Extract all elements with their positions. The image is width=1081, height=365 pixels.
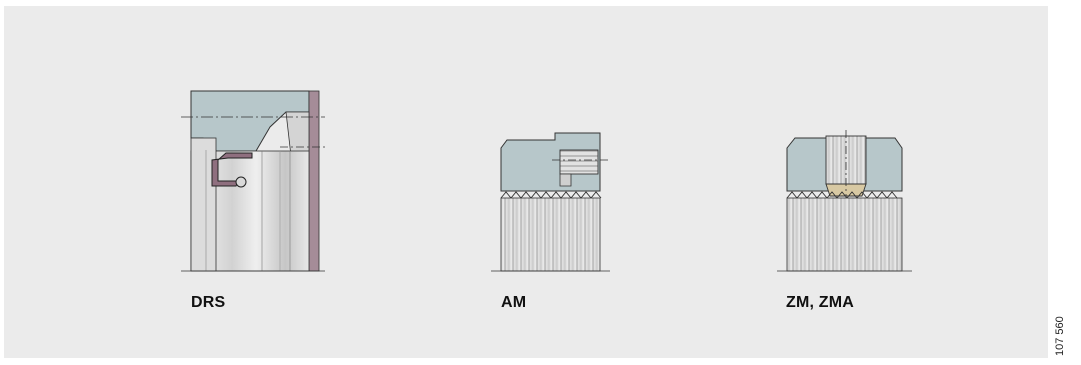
nut-variants-drawing [181,90,912,272]
am-drawing [491,132,610,272]
set-screw-icon [559,149,599,175]
caption-am: AM [501,294,527,311]
zm-drawing [777,130,912,272]
drs-drawing [181,90,325,272]
caption-drs: DRS [191,294,226,311]
threaded-pin-icon [825,135,867,185]
caption-zm-zma: ZM, ZMA [786,294,855,311]
drawing-number: 107 560 [1054,316,1066,356]
